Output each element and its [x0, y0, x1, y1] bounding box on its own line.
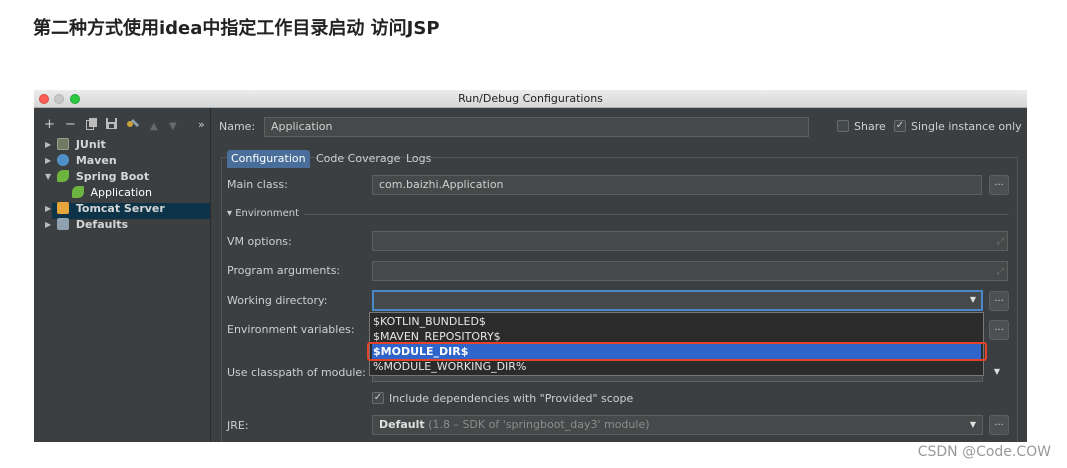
tree-item-application[interactable]: Application [72, 185, 152, 201]
tree-item-label: Defaults [75, 218, 129, 231]
main-class-label: Main class: [227, 178, 288, 191]
environment-variables-label: Environment variables: [227, 323, 355, 336]
tree-item-label: Tomcat Server [75, 202, 165, 215]
tomcat-icon [57, 202, 69, 214]
article-heading: 第二种方式使用idea中指定工作目录启动 访问JSP [33, 18, 440, 39]
run-debug-configurations-dialog: Run/Debug Configurations + − ▲ ▼ » ▶ JUn… [34, 90, 1027, 442]
share-label: Share [854, 120, 886, 133]
working-directory-label: Working directory: [227, 294, 328, 307]
vm-options-input[interactable]: ⤢ [372, 231, 1008, 251]
program-arguments-label: Program arguments: [227, 264, 341, 277]
jre-dropdown-arrow[interactable]: ▼ [965, 416, 981, 434]
expand-arrow-icon[interactable]: ▶ [45, 153, 51, 169]
expand-arrow-icon[interactable]: ▶ [45, 201, 51, 217]
move-up-icon: ▲ [150, 121, 158, 132]
expand-field-icon[interactable]: ⤢ [997, 235, 1004, 249]
spring-boot-icon [57, 170, 69, 182]
jre-label: JRE: [227, 419, 249, 432]
configuration-editor: Name: Application Share ✓ Single instanc… [212, 108, 1027, 442]
maven-gear-icon [57, 154, 69, 166]
macro-option-module-working-dir[interactable]: %MODULE_WORKING_DIR% [372, 359, 981, 374]
macro-option-kotlin-bundled[interactable]: $KOTLIN_BUNDLED$ [372, 314, 981, 329]
tree-item-maven[interactable]: ▶ Maven [45, 153, 117, 169]
remove-configuration-button[interactable]: − [65, 118, 76, 132]
more-toolbar-button[interactable]: » [198, 118, 205, 132]
environment-variables-browse-button[interactable]: ... [989, 320, 1009, 340]
include-dependencies-checkbox[interactable]: ✓ [372, 392, 384, 404]
defaults-wrench-icon [57, 218, 69, 230]
tab-configuration[interactable]: Configuration [227, 150, 310, 168]
save-configuration-icon[interactable] [106, 118, 117, 133]
jre-select[interactable]: Default (1.8 – SDK of 'springboot_day3' … [372, 415, 983, 435]
tree-item-defaults[interactable]: ▶ Defaults [45, 217, 129, 233]
tab-code-coverage[interactable]: Code Coverage [312, 150, 404, 168]
jre-value-name: Default [379, 418, 425, 431]
tree-item-junit[interactable]: ▶ JUnit [45, 137, 106, 153]
highlight-annotation [367, 342, 987, 361]
tree-item-tomcat-server[interactable]: ▶ Tomcat Server [45, 201, 165, 217]
name-label: Name: [219, 120, 256, 133]
working-directory-browse-button[interactable]: ... [989, 291, 1009, 311]
expand-field-icon[interactable]: ⤢ [997, 265, 1004, 279]
tree-item-label: Application [90, 186, 152, 199]
move-down-icon: ▼ [169, 121, 177, 132]
add-configuration-button[interactable]: + [44, 118, 55, 132]
name-input[interactable]: Application [264, 117, 809, 137]
tree-item-label: Maven [75, 154, 117, 167]
module-dropdown-arrow[interactable]: ▼ [989, 363, 1005, 381]
working-directory-input[interactable] [372, 290, 983, 311]
use-classpath-label: Use classpath of module: [227, 366, 366, 379]
jre-value-detail: (1.8 – SDK of 'springboot_day3' module) [428, 418, 650, 431]
single-instance-label: Single instance only [911, 120, 1022, 133]
collapse-arrow-icon[interactable]: ▼ [45, 169, 51, 185]
jre-browse-button[interactable]: ... [989, 415, 1009, 435]
share-checkbox[interactable] [837, 120, 849, 132]
vm-options-label: VM options: [227, 235, 292, 248]
csdn-watermark: CSDN @Code.COW [917, 444, 1051, 460]
section-divider [304, 214, 1009, 215]
expand-arrow-icon[interactable]: ▶ [45, 217, 51, 233]
title-bar: Run/Debug Configurations [34, 90, 1027, 108]
tree-item-spring-boot[interactable]: ▼ Spring Boot [45, 169, 150, 185]
main-class-input[interactable]: com.baizhi.Application [372, 175, 982, 195]
tree-item-label: JUnit [75, 138, 106, 151]
program-arguments-input[interactable]: ⤢ [372, 261, 1008, 281]
expand-arrow-icon[interactable]: ▶ [45, 137, 51, 153]
junit-icon [57, 138, 69, 150]
working-directory-dropdown-arrow[interactable]: ▼ [965, 291, 981, 309]
include-dependencies-label: Include dependencies with "Provided" sco… [389, 392, 634, 405]
copy-configuration-icon[interactable] [86, 118, 97, 134]
edit-defaults-icon[interactable] [126, 118, 140, 134]
environment-section-toggle[interactable]: ▾ Environment [227, 208, 299, 219]
dialog-title: Run/Debug Configurations [458, 92, 603, 105]
configurations-sidebar: + − ▲ ▼ » ▶ JUnit ▶ Maven ▼ Spring Boot … [34, 108, 211, 442]
spring-boot-app-icon [72, 186, 84, 198]
tab-logs[interactable]: Logs [402, 150, 435, 168]
single-instance-checkbox[interactable]: ✓ [894, 120, 906, 132]
environment-section-title: Environment [235, 208, 300, 219]
tree-item-label: Spring Boot [75, 170, 150, 183]
main-class-browse-button[interactable]: ... [989, 175, 1009, 195]
